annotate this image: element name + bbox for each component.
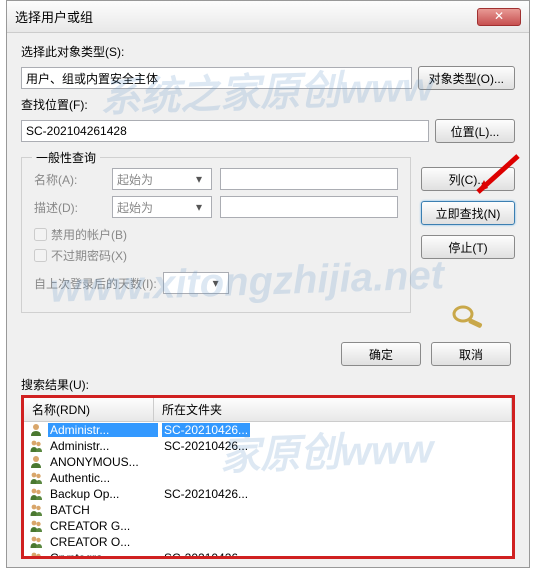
item-name: Authentic... [48,471,158,485]
ok-button[interactable]: 确定 [341,342,421,366]
column-folder[interactable]: 所在文件夹 [154,398,512,421]
dialog-title: 选择用户或组 [15,7,93,26]
group-icon [28,471,44,485]
item-location: SC-20210426... [162,439,250,453]
columns-button[interactable]: 列(C)... [421,167,515,191]
search-icon [448,303,488,332]
last-login-select[interactable]: ▾ [163,272,229,294]
object-type-label: 选择此对象类型(S): [21,43,124,60]
chevron-down-icon: ▾ [191,200,207,214]
list-item[interactable]: Authentic... [24,470,512,486]
name-mode-select[interactable]: 起始为▾ [112,168,212,190]
object-types-button[interactable]: 对象类型(O)... [418,66,515,90]
locations-button[interactable]: 位置(L)... [435,119,515,143]
list-item[interactable]: ANONYMOUS... [24,454,512,470]
group-icon [28,487,44,501]
item-location: SC-20210426... [162,423,250,437]
cancel-button[interactable]: 取消 [431,342,511,366]
item-name: CREATOR O... [48,535,158,549]
item-name: Administr... [48,439,158,453]
chevron-down-icon: ▾ [208,276,224,290]
list-item[interactable]: CREATOR G... [24,518,512,534]
close-button[interactable]: ✕ [477,8,521,26]
titlebar: 选择用户或组 ✕ [7,1,529,33]
location-label: 查找位置(F): [21,96,88,113]
list-item[interactable]: Backup Op... SC-20210426... [24,486,512,502]
item-name: Administr... [48,423,158,437]
dialog: 选择用户或组 ✕ 选择此对象类型(S): 对象类型(O)... 查找位置(F):… [6,0,530,568]
search-results: 名称(RDN) 所在文件夹 Administr... SC-20210426...… [21,395,515,559]
name-input[interactable] [220,168,398,190]
list-item[interactable]: Administr... SC-20210426... [24,422,512,438]
results-header: 名称(RDN) 所在文件夹 [24,398,512,422]
list-item[interactable]: Cryptogra... SC-20210426... [24,550,512,559]
item-location: SC-20210426... [162,487,250,501]
last-login-label: 自上次登录后的天数(I): [34,275,157,292]
desc-label: 描述(D): [34,199,104,216]
common-query-legend: 一般性查询 [32,149,100,166]
location-input[interactable] [21,120,429,142]
item-name: Cryptogra... [48,551,158,559]
search-results-label: 搜索结果(U): [21,376,515,393]
chevron-down-icon: ▾ [191,172,207,186]
list-item[interactable]: BATCH [24,502,512,518]
item-name: Backup Op... [48,487,158,501]
list-item[interactable]: Administr... SC-20210426... [24,438,512,454]
group-icon [28,535,44,549]
column-rdn[interactable]: 名称(RDN) [24,398,154,421]
nonexpiring-password-checkbox[interactable]: 不过期密码(X) [34,247,398,264]
item-name: ANONYMOUS... [48,455,158,469]
list-item[interactable]: CREATOR O... [24,534,512,550]
user-icon [28,455,44,469]
desc-mode-select[interactable]: 起始为▾ [112,196,212,218]
user-icon [28,423,44,437]
disabled-accounts-checkbox[interactable]: 禁用的帐户(B) [34,226,398,243]
group-icon [28,551,44,559]
item-name: BATCH [48,503,158,517]
stop-button[interactable]: 停止(T) [421,235,515,259]
group-icon [28,519,44,533]
object-type-input[interactable] [21,67,412,89]
find-now-button[interactable]: 立即查找(N) [421,201,515,225]
group-icon [28,439,44,453]
common-query-group: 一般性查询 名称(A): 起始为▾ 描述(D): 起始为▾ 禁用的帐户(B) 不… [21,157,411,313]
item-name: CREATOR G... [48,519,158,533]
item-location: SC-20210426... [162,551,250,559]
group-icon [28,503,44,517]
name-label: 名称(A): [34,171,104,188]
desc-input[interactable] [220,196,398,218]
